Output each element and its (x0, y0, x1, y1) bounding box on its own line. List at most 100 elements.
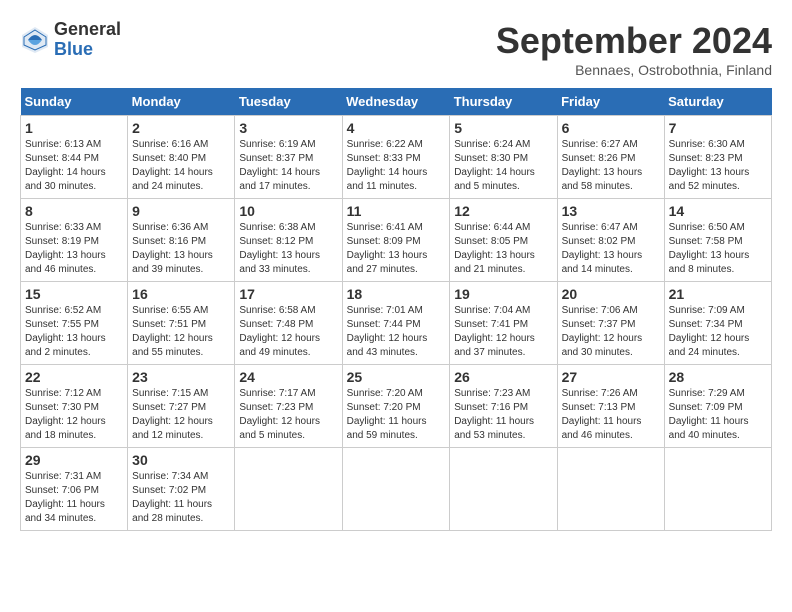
calendar-cell: 1 Sunrise: 6:13 AMSunset: 8:44 PMDayligh… (21, 116, 128, 199)
day-info: Sunrise: 7:06 AMSunset: 7:37 PMDaylight:… (562, 305, 643, 358)
location-subtitle: Bennaes, Ostrobothnia, Finland (496, 62, 772, 78)
calendar-cell (664, 448, 771, 531)
calendar-cell: 23 Sunrise: 7:15 AMSunset: 7:27 PMDaylig… (128, 365, 235, 448)
day-info: Sunrise: 6:13 AMSunset: 8:44 PMDaylight:… (25, 139, 106, 192)
calendar-cell (342, 448, 450, 531)
calendar-cell: 21 Sunrise: 7:09 AMSunset: 7:34 PMDaylig… (664, 282, 771, 365)
calendar-cell: 27 Sunrise: 7:26 AMSunset: 7:13 PMDaylig… (557, 365, 664, 448)
calendar-cell: 4 Sunrise: 6:22 AMSunset: 8:33 PMDayligh… (342, 116, 450, 199)
calendar-week-row: 22 Sunrise: 7:12 AMSunset: 7:30 PMDaylig… (21, 365, 772, 448)
calendar-cell: 13 Sunrise: 6:47 AMSunset: 8:02 PMDaylig… (557, 199, 664, 282)
calendar-cell: 22 Sunrise: 7:12 AMSunset: 7:30 PMDaylig… (21, 365, 128, 448)
header: General Blue September 2024 Bennaes, Ost… (20, 20, 772, 78)
day-number: 14 (669, 203, 767, 219)
calendar-cell: 9 Sunrise: 6:36 AMSunset: 8:16 PMDayligh… (128, 199, 235, 282)
day-info: Sunrise: 6:19 AMSunset: 8:37 PMDaylight:… (239, 139, 320, 192)
day-info: Sunrise: 7:17 AMSunset: 7:23 PMDaylight:… (239, 388, 320, 441)
day-number: 30 (132, 452, 230, 468)
day-number: 1 (25, 120, 123, 136)
calendar-cell: 2 Sunrise: 6:16 AMSunset: 8:40 PMDayligh… (128, 116, 235, 199)
day-number: 27 (562, 369, 660, 385)
logo-icon (20, 25, 50, 55)
calendar-table: SundayMondayTuesdayWednesdayThursdayFrid… (20, 88, 772, 531)
day-number: 5 (454, 120, 552, 136)
calendar-week-row: 29 Sunrise: 7:31 AMSunset: 7:06 PMDaylig… (21, 448, 772, 531)
day-number: 15 (25, 286, 123, 302)
calendar-week-row: 15 Sunrise: 6:52 AMSunset: 7:55 PMDaylig… (21, 282, 772, 365)
logo-general-text: General (54, 20, 121, 40)
day-info: Sunrise: 7:23 AMSunset: 7:16 PMDaylight:… (454, 388, 534, 441)
calendar-cell (557, 448, 664, 531)
day-info: Sunrise: 7:20 AMSunset: 7:20 PMDaylight:… (347, 388, 427, 441)
day-info: Sunrise: 6:27 AMSunset: 8:26 PMDaylight:… (562, 139, 643, 192)
day-info: Sunrise: 7:01 AMSunset: 7:44 PMDaylight:… (347, 305, 428, 358)
calendar-cell: 5 Sunrise: 6:24 AMSunset: 8:30 PMDayligh… (450, 116, 557, 199)
calendar-cell: 16 Sunrise: 6:55 AMSunset: 7:51 PMDaylig… (128, 282, 235, 365)
day-info: Sunrise: 6:50 AMSunset: 7:58 PMDaylight:… (669, 222, 750, 275)
day-info: Sunrise: 6:44 AMSunset: 8:05 PMDaylight:… (454, 222, 535, 275)
day-number: 25 (347, 369, 446, 385)
day-number: 10 (239, 203, 337, 219)
calendar-cell: 18 Sunrise: 7:01 AMSunset: 7:44 PMDaylig… (342, 282, 450, 365)
column-header-thursday: Thursday (450, 88, 557, 116)
day-info: Sunrise: 6:30 AMSunset: 8:23 PMDaylight:… (669, 139, 750, 192)
calendar-cell: 29 Sunrise: 7:31 AMSunset: 7:06 PMDaylig… (21, 448, 128, 531)
day-number: 18 (347, 286, 446, 302)
calendar-cell: 24 Sunrise: 7:17 AMSunset: 7:23 PMDaylig… (235, 365, 342, 448)
calendar-cell: 30 Sunrise: 7:34 AMSunset: 7:02 PMDaylig… (128, 448, 235, 531)
column-header-tuesday: Tuesday (235, 88, 342, 116)
calendar-cell: 11 Sunrise: 6:41 AMSunset: 8:09 PMDaylig… (342, 199, 450, 282)
logo-blue-text: Blue (54, 40, 121, 60)
calendar-cell: 14 Sunrise: 6:50 AMSunset: 7:58 PMDaylig… (664, 199, 771, 282)
day-number: 21 (669, 286, 767, 302)
day-number: 4 (347, 120, 446, 136)
calendar-cell: 26 Sunrise: 7:23 AMSunset: 7:16 PMDaylig… (450, 365, 557, 448)
day-info: Sunrise: 7:15 AMSunset: 7:27 PMDaylight:… (132, 388, 213, 441)
day-number: 17 (239, 286, 337, 302)
day-info: Sunrise: 6:55 AMSunset: 7:51 PMDaylight:… (132, 305, 213, 358)
day-number: 20 (562, 286, 660, 302)
column-header-saturday: Saturday (664, 88, 771, 116)
day-number: 11 (347, 203, 446, 219)
column-header-wednesday: Wednesday (342, 88, 450, 116)
calendar-week-row: 8 Sunrise: 6:33 AMSunset: 8:19 PMDayligh… (21, 199, 772, 282)
day-info: Sunrise: 7:34 AMSunset: 7:02 PMDaylight:… (132, 471, 212, 524)
day-info: Sunrise: 6:16 AMSunset: 8:40 PMDaylight:… (132, 139, 213, 192)
column-header-monday: Monday (128, 88, 235, 116)
column-header-sunday: Sunday (21, 88, 128, 116)
day-number: 12 (454, 203, 552, 219)
day-info: Sunrise: 7:31 AMSunset: 7:06 PMDaylight:… (25, 471, 105, 524)
calendar-cell: 12 Sunrise: 6:44 AMSunset: 8:05 PMDaylig… (450, 199, 557, 282)
day-number: 6 (562, 120, 660, 136)
day-number: 2 (132, 120, 230, 136)
calendar-cell: 3 Sunrise: 6:19 AMSunset: 8:37 PMDayligh… (235, 116, 342, 199)
day-number: 29 (25, 452, 123, 468)
calendar-cell: 17 Sunrise: 6:58 AMSunset: 7:48 PMDaylig… (235, 282, 342, 365)
day-number: 19 (454, 286, 552, 302)
day-number: 28 (669, 369, 767, 385)
day-info: Sunrise: 7:26 AMSunset: 7:13 PMDaylight:… (562, 388, 642, 441)
calendar-cell: 7 Sunrise: 6:30 AMSunset: 8:23 PMDayligh… (664, 116, 771, 199)
day-number: 9 (132, 203, 230, 219)
calendar-cell: 20 Sunrise: 7:06 AMSunset: 7:37 PMDaylig… (557, 282, 664, 365)
logo-text: General Blue (54, 20, 121, 60)
day-number: 3 (239, 120, 337, 136)
day-info: Sunrise: 6:33 AMSunset: 8:19 PMDaylight:… (25, 222, 106, 275)
day-number: 7 (669, 120, 767, 136)
day-info: Sunrise: 6:52 AMSunset: 7:55 PMDaylight:… (25, 305, 106, 358)
day-info: Sunrise: 6:58 AMSunset: 7:48 PMDaylight:… (239, 305, 320, 358)
day-info: Sunrise: 7:29 AMSunset: 7:09 PMDaylight:… (669, 388, 749, 441)
calendar-cell: 8 Sunrise: 6:33 AMSunset: 8:19 PMDayligh… (21, 199, 128, 282)
column-header-friday: Friday (557, 88, 664, 116)
day-info: Sunrise: 6:36 AMSunset: 8:16 PMDaylight:… (132, 222, 213, 275)
day-info: Sunrise: 6:38 AMSunset: 8:12 PMDaylight:… (239, 222, 320, 275)
title-section: September 2024 Bennaes, Ostrobothnia, Fi… (496, 20, 772, 78)
calendar-cell: 10 Sunrise: 6:38 AMSunset: 8:12 PMDaylig… (235, 199, 342, 282)
day-number: 13 (562, 203, 660, 219)
calendar-header-row: SundayMondayTuesdayWednesdayThursdayFrid… (21, 88, 772, 116)
calendar-week-row: 1 Sunrise: 6:13 AMSunset: 8:44 PMDayligh… (21, 116, 772, 199)
calendar-cell: 28 Sunrise: 7:29 AMSunset: 7:09 PMDaylig… (664, 365, 771, 448)
day-info: Sunrise: 6:41 AMSunset: 8:09 PMDaylight:… (347, 222, 428, 275)
day-info: Sunrise: 7:09 AMSunset: 7:34 PMDaylight:… (669, 305, 750, 358)
calendar-cell: 25 Sunrise: 7:20 AMSunset: 7:20 PMDaylig… (342, 365, 450, 448)
